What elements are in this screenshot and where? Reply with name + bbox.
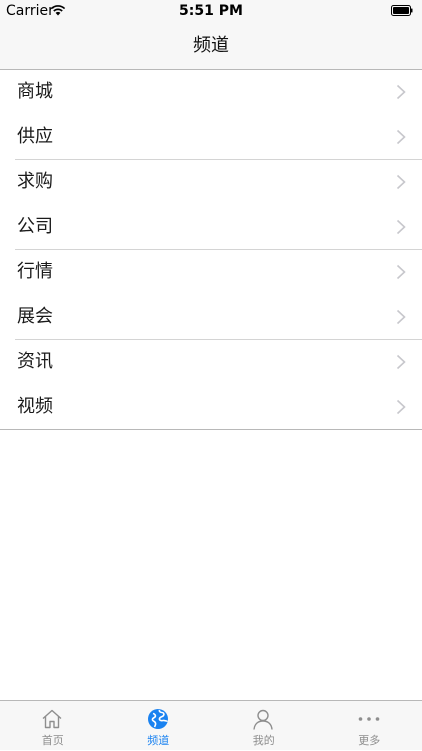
list-item-purchase[interactable]: 求购: [0, 160, 422, 205]
tab-more[interactable]: 更多: [317, 701, 422, 751]
chevron-right-icon: [396, 219, 406, 235]
list-item-label: 供应: [17, 125, 53, 149]
chevron-right-icon: [396, 264, 406, 280]
more-dots-icon: [357, 707, 381, 731]
list-item-video[interactable]: 视频: [0, 385, 422, 430]
list-item-mall[interactable]: 商城: [0, 70, 422, 115]
home-icon: [40, 707, 64, 731]
page-title: 频道: [0, 34, 422, 58]
tab-label: 更多: [317, 734, 422, 748]
chevron-right-icon: [396, 129, 406, 145]
tab-label: 首页: [0, 734, 106, 748]
tab-label: 我的: [211, 734, 317, 748]
chevron-right-icon: [396, 399, 406, 415]
person-icon: [251, 707, 275, 731]
list-item-supply[interactable]: 供应: [0, 115, 422, 160]
list-item-label: 展会: [17, 305, 53, 329]
tab-channels[interactable]: 频道: [106, 701, 212, 751]
chevron-right-icon: [396, 354, 406, 370]
list-item-exhibition[interactable]: 展会: [0, 295, 422, 340]
battery-icon: [391, 5, 413, 16]
list-item-label: 公司: [17, 215, 53, 239]
chevron-right-icon: [396, 84, 406, 100]
tab-mine[interactable]: 我的: [211, 701, 317, 751]
channel-list: 商城 供应 求购 公司 行情 展会 资讯 视频: [0, 70, 422, 430]
list-item-label: 商城: [17, 80, 53, 104]
tab-label: 频道: [106, 734, 212, 748]
list-item-company[interactable]: 公司: [0, 205, 422, 250]
tab-bar: 首页 频道 我的 更多: [0, 700, 422, 750]
list-item-label: 资讯: [17, 350, 53, 374]
navigation-bar: 频道: [0, 22, 422, 70]
status-time: 5:51 PM: [0, 2, 422, 20]
list-item-news[interactable]: 资讯: [0, 340, 422, 385]
list-item-label: 行情: [17, 260, 53, 284]
tab-home[interactable]: 首页: [0, 701, 106, 751]
globe-icon: [146, 707, 170, 731]
list-item-market[interactable]: 行情: [0, 250, 422, 295]
status-bar: Carrier 5:51 PM: [0, 0, 422, 22]
chevron-right-icon: [396, 309, 406, 325]
list-bottom-border: [0, 429, 422, 430]
list-item-label: 视频: [17, 395, 53, 419]
chevron-right-icon: [396, 174, 406, 190]
list-item-label: 求购: [17, 170, 53, 194]
